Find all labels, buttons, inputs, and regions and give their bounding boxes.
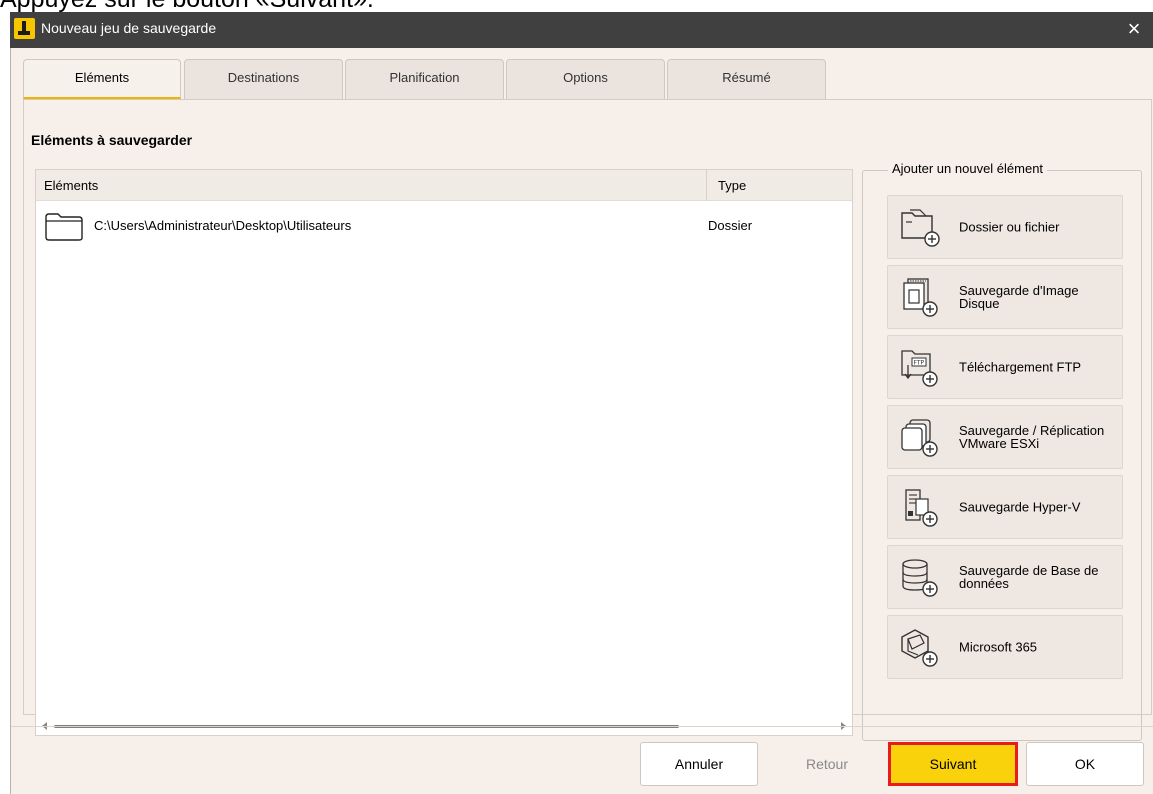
item-type: Dossier xyxy=(708,218,753,233)
add-file-folder-button[interactable]: Dossier ou fichier xyxy=(887,195,1123,259)
disk-image-add-icon xyxy=(903,278,938,317)
database-add-icon xyxy=(902,559,938,597)
add-hyperv-button[interactable]: Sauvegarde Hyper-V xyxy=(887,475,1123,539)
add-ftp-button[interactable]: FTP Téléchargement FTP xyxy=(887,335,1123,399)
column-separator[interactable] xyxy=(706,170,707,201)
tab-resume[interactable]: Résumé xyxy=(667,59,826,99)
app-logo-icon xyxy=(14,18,35,39)
next-button[interactable]: Suivant xyxy=(888,742,1018,786)
window-title: Nouveau jeu de sauvegarde xyxy=(41,20,217,36)
ftp-add-icon: FTP xyxy=(901,350,938,387)
add-vmware-button[interactable]: Sauvegarde / Réplication VMware ESXi xyxy=(887,405,1123,469)
ok-button[interactable]: OK xyxy=(1026,742,1144,786)
column-header-type[interactable]: Type xyxy=(718,178,746,193)
tab-destinations[interactable]: Destinations xyxy=(184,59,343,99)
add-button-label: Sauvegarde Hyper-V xyxy=(959,499,1081,515)
file-add-icon xyxy=(901,209,940,247)
title-bar: Nouveau jeu de sauvegarde × xyxy=(10,12,1153,48)
tab-options[interactable]: Options xyxy=(506,59,665,99)
instruction-caption: Appuyez sur le bouton «Suivant». xyxy=(0,0,1153,12)
hyperv-add-icon xyxy=(905,489,938,527)
svg-text:FTP: FTP xyxy=(914,360,925,367)
tab-planification[interactable]: Planification xyxy=(345,59,504,99)
microsoft365-add-icon xyxy=(901,629,938,667)
section-title: Eléments à sauvegarder xyxy=(31,132,193,148)
add-button-label: Microsoft 365 xyxy=(959,639,1038,655)
add-element-group-title: Ajouter un nouvel élément xyxy=(888,161,1048,176)
back-button[interactable]: Retour xyxy=(768,742,886,786)
add-microsoft365-button[interactable]: Microsoft 365 xyxy=(887,615,1123,679)
list-header: Eléments Type xyxy=(36,170,852,201)
add-button-label: Téléchargement FTP xyxy=(959,359,1082,375)
add-button-label: Sauvegarde d'Image Disque xyxy=(959,283,1079,311)
vmware-add-icon xyxy=(901,419,938,457)
cancel-button[interactable]: Annuler xyxy=(640,742,758,786)
item-path: C:\Users\Administrateur\Desktop\Utilisat… xyxy=(94,218,352,233)
add-button-label: Dossier ou fichier xyxy=(959,219,1060,235)
add-button-label: Sauvegarde / Réplication VMware ESXi xyxy=(959,423,1105,451)
add-disk-image-button[interactable]: Sauvegarde d'Image Disque xyxy=(887,265,1123,329)
add-button-label: Sauvegarde de Base de données xyxy=(959,563,1099,591)
list-item[interactable]: C:\Users\Administrateur\Desktop\Utilisat… xyxy=(36,204,852,248)
close-button[interactable]: × xyxy=(1119,14,1149,44)
footer-divider xyxy=(11,726,1153,727)
tab-elements[interactable]: Eléments xyxy=(23,59,181,99)
add-database-button[interactable]: Sauvegarde de Base de données xyxy=(887,545,1123,609)
column-header-elements[interactable]: Eléments xyxy=(44,178,98,193)
items-list[interactable]: Eléments Type C:\Users\Administrateur\De… xyxy=(35,169,853,736)
folder-icon xyxy=(45,213,83,241)
dialog-body: Eléments Destinations Planification Opti… xyxy=(10,48,1153,794)
